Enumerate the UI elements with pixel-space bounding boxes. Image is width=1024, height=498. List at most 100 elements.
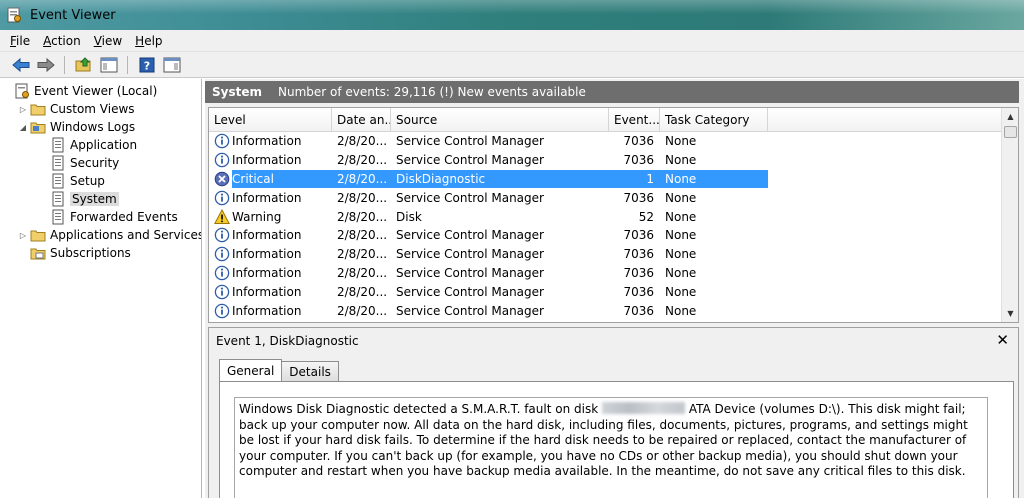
- tree-item-system[interactable]: System: [50, 190, 119, 208]
- tree-item-event-viewer-local[interactable]: Event Viewer (Local): [14, 82, 157, 100]
- table-row[interactable]: Information 2/8/20... Service Control Mana…: [209, 264, 1001, 283]
- vertical-scrollbar[interactable]: ▲ ▼: [1001, 108, 1018, 322]
- level-text: Information: [232, 284, 302, 299]
- level-text: Warning: [232, 209, 282, 224]
- cell-level: Information: [209, 284, 332, 300]
- critical-icon: [214, 171, 230, 187]
- table-row[interactable]: Information 2/8/20... Service Control Mana…: [209, 282, 1001, 301]
- cell-source: Service Control Manager: [396, 228, 544, 243]
- event-viewer-app-icon: [7, 7, 21, 23]
- column-header-source[interactable]: Source: [391, 108, 609, 132]
- event-description[interactable]: Windows Disk Diagnostic detected a S.M.A…: [234, 397, 988, 498]
- title-bar: Event Viewer: [0, 0, 1024, 30]
- tree-item-forwarded-events[interactable]: Forwarded Events: [50, 208, 178, 226]
- table-row[interactable]: Information 2/8/20... Service Control Mana…: [209, 151, 1001, 170]
- cell-date: 2/8/20...: [337, 265, 388, 280]
- toolbar-separator: [64, 55, 65, 74]
- info-icon: [214, 284, 230, 300]
- cell-date: 2/8/20...: [337, 153, 388, 168]
- tree-item-custom-views[interactable]: ▷ Custom Views: [18, 100, 135, 118]
- table-row[interactable]: Information 2/8/20... Service Control Mana…: [209, 226, 1001, 245]
- log-icon: [52, 155, 64, 171]
- cell-date: 2/8/20...: [332, 169, 391, 188]
- menu-bar: File Action View Help: [0, 30, 1024, 52]
- column-header-task-category[interactable]: Task Category: [660, 108, 768, 132]
- back-button[interactable]: [10, 54, 31, 75]
- tab-general[interactable]: General: [219, 359, 283, 381]
- cell-source: DiskDiagnostic: [391, 169, 609, 188]
- event-rows: Information 2/8/20... Service Control Mana…: [209, 132, 1001, 320]
- table-row[interactable]: Information 2/8/20... Service Control Mana…: [209, 301, 1001, 320]
- scroll-thumb[interactable]: [1004, 126, 1017, 138]
- column-header-event-id[interactable]: Event...: [609, 108, 660, 132]
- log-name: System: [212, 85, 262, 99]
- table-row[interactable]: Information 2/8/20... Service Control Mana…: [209, 188, 1001, 207]
- show-hide-tree-button[interactable]: [98, 54, 119, 75]
- menu-file[interactable]: File: [10, 34, 30, 48]
- folder-up-icon: [75, 56, 90, 71]
- log-icon: [52, 209, 64, 225]
- menu-help[interactable]: Help: [135, 34, 162, 48]
- scroll-down-icon[interactable]: ▼: [1002, 305, 1018, 322]
- table-row[interactable]: Critical 2/8/20... DiskDiagnostic 1 None: [209, 169, 1001, 189]
- up-folder-button[interactable]: [73, 54, 94, 75]
- tab-details[interactable]: Details: [281, 361, 339, 381]
- table-row[interactable]: Information 2/8/20... Service Control Mana…: [209, 245, 1001, 264]
- table-row[interactable]: Information 2/8/20... Service Control Mana…: [209, 132, 1001, 151]
- cell-date: 2/8/20...: [337, 284, 388, 299]
- level-text: Information: [232, 228, 302, 243]
- cell-task-category: None: [665, 284, 697, 299]
- console-tree-icon: [100, 57, 117, 72]
- tree-item-applications-and-services[interactable]: ▷ Applications and Services Lo: [18, 226, 201, 244]
- tree-label: Event Viewer (Local): [34, 84, 158, 98]
- menu-help-accel: H: [135, 33, 145, 48]
- cell-source: Service Control Manager: [396, 303, 544, 318]
- expand-arrow-icon[interactable]: ▷: [18, 231, 28, 240]
- cell-level: Information: [209, 227, 332, 243]
- show-hide-action-pane-button[interactable]: [161, 54, 182, 75]
- cell-event-id: 7036: [623, 134, 654, 149]
- level-text: Information: [232, 303, 302, 318]
- cell-event-id: 1: [609, 169, 660, 188]
- cell-level: Information: [209, 190, 332, 206]
- folder-open-icon: [30, 122, 46, 134]
- tree-item-windows-logs[interactable]: ◢ Windows Logs: [18, 118, 135, 136]
- cell-level: Information: [209, 303, 332, 319]
- tree-label: Custom Views: [50, 102, 135, 116]
- cell-task-category: None: [665, 228, 697, 243]
- level-text: Information: [232, 153, 302, 168]
- forward-arrow-icon: [37, 57, 55, 72]
- event-count-summary: Number of events: 29,116 (!) New events …: [278, 85, 586, 99]
- level-text: Information: [232, 265, 302, 280]
- info-icon: [214, 246, 230, 262]
- back-arrow-icon: [11, 57, 29, 72]
- cell-level: Information: [209, 246, 332, 262]
- toolbar-separator-2: [127, 55, 128, 74]
- menu-action[interactable]: Action: [43, 34, 81, 48]
- close-icon[interactable]: ✕: [996, 331, 1009, 349]
- info-icon: [214, 133, 230, 149]
- scroll-up-icon[interactable]: ▲: [1002, 108, 1018, 125]
- table-row[interactable]: Warning 2/8/20... Disk 52 None: [209, 207, 1001, 226]
- forward-button[interactable]: [35, 54, 56, 75]
- info-icon: [214, 227, 230, 243]
- column-header-level[interactable]: Level: [209, 108, 332, 132]
- collapse-arrow-icon[interactable]: ◢: [18, 123, 28, 132]
- tree-item-application[interactable]: Application: [50, 136, 137, 154]
- cell-task-category: None: [660, 169, 768, 188]
- event-viewer-icon: [15, 83, 29, 99]
- column-header-date[interactable]: Date an...: [332, 108, 391, 132]
- help-button[interactable]: ?: [136, 54, 157, 75]
- tree-item-security[interactable]: Security: [50, 154, 119, 172]
- events-list: Level Date an... Source Event... Task Ca…: [208, 107, 1019, 323]
- tree-item-subscriptions[interactable]: Subscriptions: [30, 244, 131, 262]
- cell-event-id: 7036: [623, 284, 654, 299]
- cell-task-category: None: [665, 303, 697, 318]
- expand-arrow-icon[interactable]: ▷: [18, 105, 28, 114]
- cell-date: 2/8/20...: [337, 228, 388, 243]
- menu-view[interactable]: View: [94, 34, 122, 48]
- tree-item-setup[interactable]: Setup: [50, 172, 105, 190]
- svg-text:?: ?: [143, 59, 149, 72]
- level-text: Information: [232, 134, 302, 149]
- detail-tabs: General Details: [219, 359, 339, 381]
